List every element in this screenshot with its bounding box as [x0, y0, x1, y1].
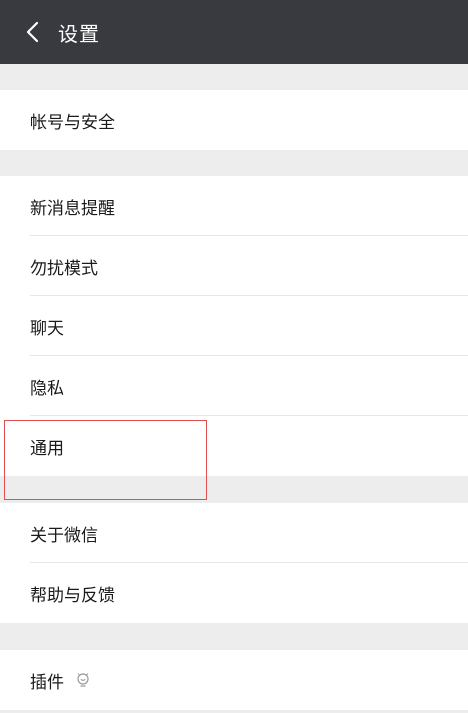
page-title: 设置 — [58, 21, 100, 46]
settings-item-account-security[interactable]: 帐号与安全 — [0, 90, 468, 150]
settings-group-account: 帐号与安全 — [0, 90, 468, 150]
settings-group-plugins: 插件 — [0, 650, 468, 710]
settings-item-label: 帮助与反馈 — [30, 585, 115, 606]
settings-item-help-feedback[interactable]: 帮助与反馈 — [0, 563, 468, 623]
settings-item-chat[interactable]: 聊天 — [0, 296, 468, 356]
settings-item-plugins[interactable]: 插件 — [0, 650, 468, 710]
settings-item-label: 隐私 — [30, 378, 64, 399]
settings-item-about-wechat[interactable]: 关于微信 — [0, 503, 468, 563]
plugin-bulb-icon — [76, 672, 90, 688]
settings-item-general[interactable]: 通用 — [0, 416, 468, 476]
settings-group-main: 新消息提醒 勿扰模式 聊天 隐私 通用 — [0, 176, 468, 476]
settings-item-label: 通用 — [30, 438, 64, 459]
settings-item-label: 勿扰模式 — [30, 258, 98, 279]
settings-item-label: 聊天 — [30, 318, 64, 339]
top-bar: 设置 — [0, 0, 468, 64]
settings-item-label: 新消息提醒 — [30, 198, 115, 219]
settings-item-privacy[interactable]: 隐私 — [0, 356, 468, 416]
settings-item-label: 插件 — [30, 672, 64, 693]
settings-item-label: 关于微信 — [30, 525, 98, 546]
settings-item-new-message-alerts[interactable]: 新消息提醒 — [0, 176, 468, 236]
settings-item-do-not-disturb[interactable]: 勿扰模式 — [0, 236, 468, 296]
chevron-left-icon — [25, 21, 39, 43]
settings-group-about: 关于微信 帮助与反馈 — [0, 503, 468, 623]
settings-item-label: 帐号与安全 — [30, 112, 115, 133]
back-button[interactable] — [2, 0, 62, 64]
